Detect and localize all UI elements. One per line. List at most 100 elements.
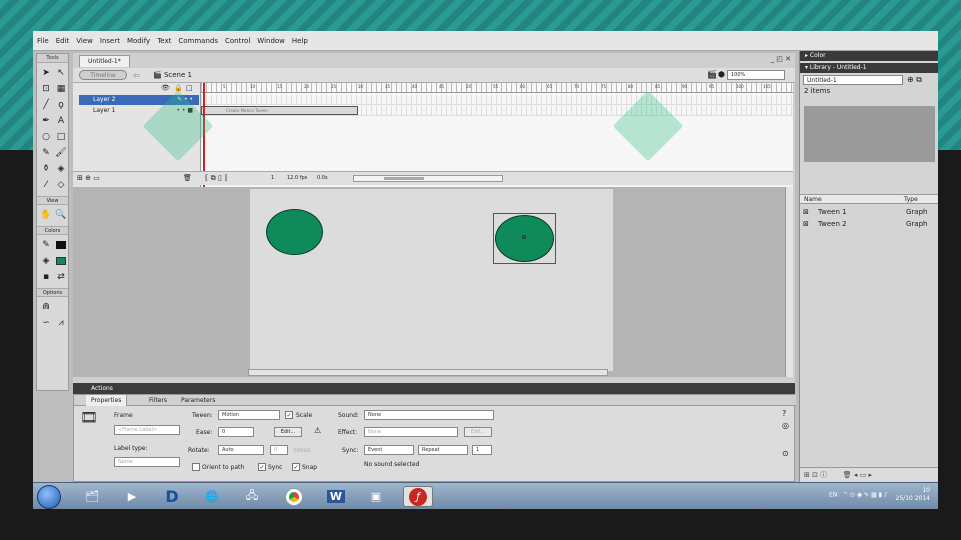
lasso-tool-icon[interactable]: ϙ — [54, 98, 68, 111]
document-tab[interactable]: Untitled-1* — [79, 55, 130, 67]
eraser-tool-icon[interactable]: ◇ — [54, 178, 68, 191]
subselect-tool-icon[interactable]: ↖ — [54, 66, 68, 79]
tween-select[interactable]: Motion — [218, 410, 280, 420]
menu-insert[interactable]: Insert — [100, 37, 120, 45]
color-panel-header[interactable]: ▸ Color — [800, 51, 938, 61]
pen-tool-icon[interactable]: ✒ — [39, 114, 53, 127]
menu-view[interactable]: View — [76, 37, 93, 45]
brush-tool-icon[interactable]: 🖌 — [54, 146, 68, 159]
hand-tool-icon[interactable]: ✋ — [39, 208, 53, 221]
globe-icon[interactable]: 🌐 — [197, 486, 227, 507]
edit-scene-icon[interactable]: 🎬 — [707, 70, 717, 79]
selection-box[interactable] — [493, 213, 556, 264]
frame-label-input[interactable]: <Frame Label> — [114, 425, 180, 435]
eye-icon[interactable]: 👁 — [161, 84, 170, 92]
tab-parameters[interactable]: Parameters — [176, 395, 220, 406]
fill-swatch[interactable] — [54, 254, 68, 267]
effect-select[interactable]: None — [364, 427, 458, 437]
scale-checkbox[interactable]: ✓ — [285, 411, 293, 419]
help-icon[interactable]: ? — [782, 409, 786, 418]
repeat-count-input[interactable]: 1 — [472, 445, 492, 455]
stroke-swatch[interactable] — [54, 238, 68, 251]
frame-rate[interactable]: 12.0 fps — [287, 175, 307, 181]
expand-icon[interactable]: ⊙ — [782, 449, 789, 458]
stage-hscroll[interactable] — [248, 369, 608, 376]
word-icon[interactable]: W — [321, 486, 351, 507]
sync-checkbox[interactable]: ✓ — [258, 463, 266, 471]
swap-colors-icon[interactable]: ⇄ — [54, 270, 68, 283]
rectangle-tool-icon[interactable]: □ — [54, 130, 68, 143]
repeat-select[interactable]: Repeat — [418, 445, 468, 455]
rotate-times-input[interactable]: 0 — [270, 445, 288, 455]
library-item[interactable]: ⊠ Tween 2 Graph — [800, 219, 938, 230]
frame-row[interactable] — [201, 95, 793, 105]
tab-properties[interactable]: Properties — [86, 395, 128, 406]
library-footer-icons[interactable]: ⊞ ⊡ ⓘ 🗑 ◂ ▭ ▸ — [800, 467, 938, 481]
eyedropper-tool-icon[interactable]: ⁄ — [39, 178, 53, 191]
target-icon[interactable]: ◎ — [782, 421, 789, 430]
menu-control[interactable]: Control — [225, 37, 250, 45]
paint-bucket-tool-icon[interactable]: ◈ — [54, 162, 68, 175]
menu-edit[interactable]: Edit — [56, 37, 70, 45]
flash-icon[interactable]: ƒ — [403, 486, 433, 507]
library-panel-header[interactable]: ▾ Library - Untitled-1 — [800, 63, 938, 73]
ink-bottle-tool-icon[interactable]: ⚱ — [39, 162, 53, 175]
oval-tool-icon[interactable]: ○ — [39, 130, 53, 143]
snap-magnet-icon[interactable]: ⋒ — [39, 300, 53, 313]
library-item[interactable]: ⊠ Tween 1 Graph — [800, 207, 938, 218]
library-select[interactable]: Untitled-1 — [803, 75, 903, 85]
gradient-tool-icon[interactable]: ▦ — [54, 82, 68, 95]
scene-label[interactable]: 🎬 Scene 1 — [153, 71, 192, 79]
zoom-select[interactable]: 100% — [727, 70, 785, 80]
stage[interactable] — [250, 189, 613, 371]
menu-window[interactable]: Window — [257, 37, 285, 45]
stroke-color-icon[interactable]: ✎ — [39, 238, 53, 251]
col-name[interactable]: Name — [804, 195, 822, 205]
pin-icon[interactable]: ⊕ ⧉ — [907, 75, 922, 85]
onion-skin-icon[interactable]: ⟦ ⧉ ▯ ⟧ — [205, 174, 227, 183]
language-indicator[interactable]: EN — [829, 492, 837, 499]
menu-help[interactable]: Help — [292, 37, 308, 45]
green-circle-start[interactable] — [266, 209, 323, 255]
timeline-toggle-button[interactable]: Timeline — [79, 70, 127, 80]
free-transform-tool-icon[interactable]: ⊡ — [39, 82, 53, 95]
folder-icon[interactable]: 🗂 — [77, 486, 107, 507]
frame-row[interactable]: Create Motion Tween — [201, 106, 793, 116]
delete-layer-icon[interactable]: 🗑 — [183, 174, 192, 182]
stage-vscroll[interactable] — [785, 187, 793, 377]
menu-modify[interactable]: Modify — [127, 37, 150, 45]
menu-text[interactable]: Text — [157, 37, 171, 45]
smooth-icon[interactable]: ∽ — [39, 316, 53, 329]
chrome-icon[interactable] — [279, 486, 309, 507]
ease-input[interactable]: 0 — [218, 427, 254, 437]
effect-edit-button[interactable]: Edit... — [464, 427, 492, 437]
line-tool-icon[interactable]: ╱ — [39, 98, 53, 111]
menu-file[interactable]: File — [37, 37, 49, 45]
outline-icon[interactable]: □ — [186, 84, 193, 92]
zoom-tool-icon[interactable]: 🔍 — [54, 208, 68, 221]
frame-ruler[interactable]: 5 10 15 20 25 30 35 40 45 50 55 60 65 70 75 80 85 90 95 100… — [201, 83, 793, 93]
tab-filters[interactable]: Filters — [144, 395, 172, 406]
straighten-icon[interactable]: ⩘ — [54, 316, 68, 329]
tray-icons[interactable]: ⌃ ⊙ ◉ ✎ ▦ ▮ ♪ — [839, 492, 888, 499]
ease-edit-button[interactable]: Edit... — [274, 427, 302, 437]
pencil-tool-icon[interactable]: ✎ — [39, 146, 53, 159]
col-type[interactable]: Type — [904, 195, 918, 205]
edit-symbol-icon[interactable]: ⬢ — [718, 70, 725, 79]
media-player-icon[interactable]: ▶ — [117, 486, 147, 507]
label-type-select[interactable]: Name — [114, 457, 180, 467]
motion-tween-span[interactable]: Create Motion Tween — [201, 106, 358, 115]
orient-checkbox[interactable] — [192, 463, 200, 471]
window-controls-icon[interactable]: _ ◰ ✕ — [771, 55, 791, 63]
network-icon[interactable]: 🖧 — [237, 486, 267, 507]
start-button[interactable] — [37, 485, 61, 509]
black-white-icon[interactable]: ▪ — [39, 270, 53, 283]
menu-commands[interactable]: Commands — [178, 37, 218, 45]
back-arrow-icon[interactable]: ⇦ — [133, 71, 140, 80]
timeline-hscroll[interactable] — [353, 175, 503, 182]
selection-tool-icon[interactable]: ➤ — [39, 66, 53, 79]
text-tool-icon[interactable]: A — [54, 114, 68, 127]
sound-select[interactable]: None — [364, 410, 494, 420]
d-app-icon[interactable]: D — [157, 486, 187, 507]
snap-checkbox[interactable]: ✓ — [292, 463, 300, 471]
